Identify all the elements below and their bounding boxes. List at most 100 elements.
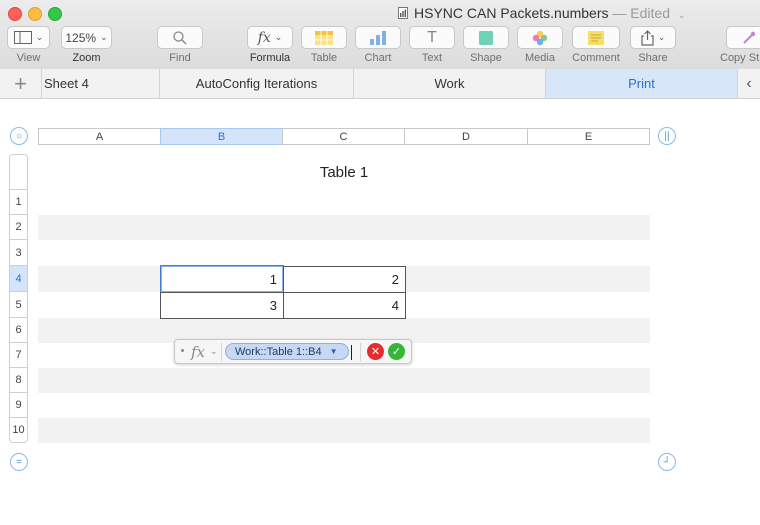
view-button[interactable]: ⌄ [7, 26, 50, 49]
row-header-6[interactable]: 6 [9, 318, 28, 343]
zoom-window-button[interactable] [48, 7, 62, 21]
close-icon: ✕ [370, 346, 381, 358]
zoom-value: 125% [65, 30, 97, 45]
close-window-button[interactable] [8, 7, 22, 21]
chart-button[interactable] [355, 26, 401, 49]
tab-scroll-left-button[interactable]: ‹ [737, 69, 760, 98]
comment-button[interactable] [572, 26, 620, 49]
add-column-handle[interactable]: || [658, 127, 676, 145]
row-header-8[interactable]: 8 [9, 368, 28, 393]
row-header-2[interactable]: 2 [9, 215, 28, 240]
text-icon: T [427, 28, 437, 46]
row-header-title-spacer [9, 154, 28, 190]
text-button[interactable]: T [409, 26, 455, 49]
copy-style-label: Copy St [720, 52, 760, 64]
column-header-b[interactable]: B [160, 128, 283, 145]
title-chevron-down-icon[interactable]: ⌄ [678, 10, 686, 20]
find-button[interactable] [157, 26, 203, 49]
zoom-label: Zoom [72, 52, 101, 64]
equals-icon: = [16, 456, 22, 468]
table-select-handle[interactable]: ○ [10, 127, 28, 145]
share-button[interactable]: ⌄ [630, 26, 676, 49]
row-header-10[interactable]: 10 [9, 418, 28, 443]
shape-label: Shape [470, 52, 502, 64]
window-title: HSYNC CAN Packets.numbers — Edited ⌄ [398, 5, 685, 21]
row-header-9[interactable]: 9 [9, 393, 28, 418]
row-header-3[interactable]: 3 [9, 240, 28, 266]
chevron-left-icon: ‹ [746, 74, 752, 92]
tab-work[interactable]: Work [354, 69, 546, 98]
formula-label: Formula [249, 52, 291, 64]
cell-reference-text: Work::Table 1::B4 [235, 345, 322, 358]
chart-label: Chart [364, 52, 392, 64]
tab-sheet-4[interactable]: Sheet 4 [42, 69, 160, 98]
column-header-d[interactable]: D [404, 128, 528, 145]
table-title[interactable]: Table 1 [38, 164, 650, 181]
formula-separator [360, 343, 361, 361]
row-header-5[interactable]: 5 [9, 292, 28, 318]
accept-formula-button[interactable]: ✓ [388, 343, 405, 360]
table-label: Table [310, 52, 338, 64]
chevron-down-icon: ⌄ [274, 32, 283, 42]
copy-style-button[interactable] [726, 26, 760, 49]
add-row-handle[interactable]: = [10, 453, 28, 471]
function-icon[interactable]: fx [191, 343, 205, 361]
table-button[interactable] [301, 26, 347, 49]
row-stripe-8 [38, 368, 650, 393]
view-label: View [16, 52, 41, 64]
function-icon: fx [257, 29, 271, 46]
table-icon [315, 30, 333, 45]
edited-status: — Edited [612, 5, 670, 21]
zoom-popup[interactable]: 125% ⌄ [61, 26, 112, 49]
media-button[interactable] [517, 26, 563, 49]
media-label: Media [525, 52, 555, 64]
sheet-tab-bar: + Sheet 4 AutoConfig Iterations Work Pri… [0, 69, 760, 99]
cell-reference-token[interactable]: Work::Table 1::B4 ▼ [225, 343, 349, 360]
shape-button[interactable] [463, 26, 509, 49]
add-sheet-button[interactable]: + [0, 69, 42, 98]
chevron-down-icon: ⌄ [35, 32, 44, 42]
formula-separator [221, 343, 222, 361]
sidebar-view-icon [13, 31, 32, 44]
comment-label: Comment [572, 52, 620, 64]
cancel-formula-button[interactable]: ✕ [367, 343, 384, 360]
numbers-document-icon [398, 7, 408, 19]
row-header-4[interactable]: 4 [9, 266, 28, 292]
column-header-a[interactable]: A [38, 128, 161, 145]
column-header-c[interactable]: C [282, 128, 405, 145]
chart-icon [370, 30, 386, 45]
circle-icon: ○ [15, 130, 23, 142]
media-icon [532, 30, 548, 45]
resize-table-handle[interactable]: ┘ [658, 453, 676, 471]
minimize-window-button[interactable] [28, 7, 42, 21]
checkmark-icon: ✓ [391, 346, 402, 358]
chevron-down-icon: ⌄ [657, 32, 666, 42]
plus-icon: + [14, 70, 27, 96]
row-stripe-10 [38, 418, 650, 443]
find-label: Find [169, 52, 191, 64]
triangle-down-icon[interactable]: ▼ [330, 347, 338, 356]
formula-button[interactable]: fx ⌄ [247, 26, 293, 49]
row-stripe-2 [38, 215, 650, 240]
cell-b4[interactable]: 1 [160, 265, 284, 293]
chevron-down-icon[interactable]: ⌄ [210, 346, 218, 357]
share-icon [641, 29, 654, 46]
cell-b5[interactable]: 3 [160, 292, 284, 319]
document-name: HSYNC CAN Packets.numbers [414, 5, 609, 21]
row-header-7[interactable]: 7 [9, 343, 28, 368]
corner-resize-icon: ┘ [663, 456, 671, 468]
row-header-1[interactable]: 1 [9, 190, 28, 215]
share-label: Share [638, 52, 668, 64]
column-header-e[interactable]: E [527, 128, 650, 145]
formula-editor[interactable]: fx ⌄ Work::Table 1::B4 ▼ ✕ ✓ [174, 339, 412, 364]
drag-handle-icon[interactable] [181, 349, 184, 352]
search-icon [173, 30, 187, 45]
shape-icon [479, 30, 493, 45]
chevron-down-icon: ⌄ [100, 32, 108, 42]
cell-c4[interactable]: 2 [283, 266, 406, 293]
tab-autoconfig-iterations[interactable]: AutoConfig Iterations [160, 69, 354, 98]
tab-print[interactable]: Print [546, 69, 738, 98]
text-caret [351, 345, 352, 360]
column-resize-icon: || [664, 130, 670, 142]
cell-c5[interactable]: 4 [283, 292, 406, 319]
